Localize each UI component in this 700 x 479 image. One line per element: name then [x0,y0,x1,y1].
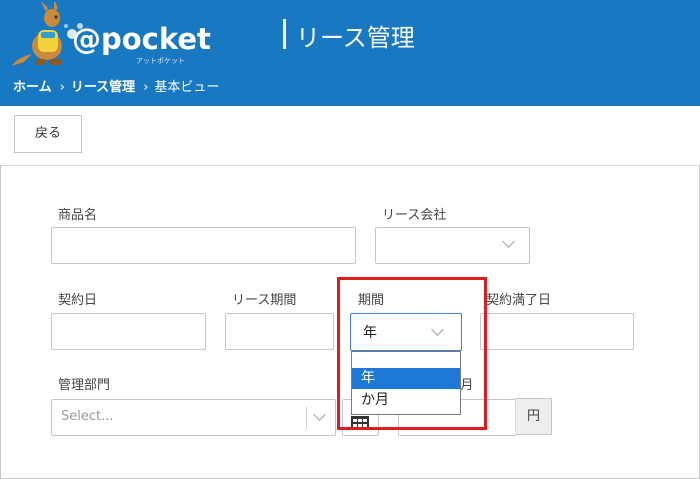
contract-date-label: 契約日 [58,293,98,308]
toolbar: 戻る [0,106,700,166]
calculator-icon [351,416,369,430]
chevron-down-icon [313,408,326,421]
app-header: @pocket アットポケット リース管理 ホーム › リース管理 › 基本ビュー [0,0,700,106]
lease-company-select[interactable] [375,227,530,264]
product-name-input[interactable] [51,227,356,264]
product-name-label: 商品名 [58,208,98,223]
contract-end-input[interactable] [480,313,634,350]
lease-period-label: リース期間 [232,293,297,308]
title-divider [283,19,286,49]
period-unit-dropdown: 年 か月 [351,351,461,415]
breadcrumb-separator: › [143,80,149,95]
period-unit-value: 年 [363,325,377,341]
breadcrumb-home-link[interactable]: ホーム [13,80,52,95]
yen-suffix: 円 [515,398,552,435]
breadcrumb-lease-link[interactable]: リース管理 [71,80,135,95]
period-unit-label: 期間 [358,293,385,308]
chevron-down-icon [431,323,444,336]
contract-end-label: 契約満了日 [486,293,552,308]
page-title: リース管理 [296,24,415,52]
breadcrumb-current: 基本ビュー [154,80,220,95]
breadcrumb: ホーム › リース管理 › 基本ビュー [13,76,225,95]
option-year[interactable]: 年 [352,368,460,389]
logo-subtext: アットポケット [136,57,185,65]
period-unit-select[interactable]: 年 [350,313,462,351]
department-placeholder: Select... [61,409,114,424]
contract-date-input[interactable] [51,313,206,350]
breadcrumb-separator: › [59,80,65,95]
select-separator [306,407,307,429]
chevron-down-icon [502,235,515,248]
lease-company-label: リース会社 [382,208,447,223]
department-select[interactable]: Select... [51,399,336,436]
lease-period-input[interactable] [225,313,334,350]
department-label: 管理部門 [58,378,111,393]
back-button[interactable]: 戻る [14,115,82,153]
logo-text: @pocket [72,22,211,56]
option-months[interactable]: か月 [352,390,460,411]
